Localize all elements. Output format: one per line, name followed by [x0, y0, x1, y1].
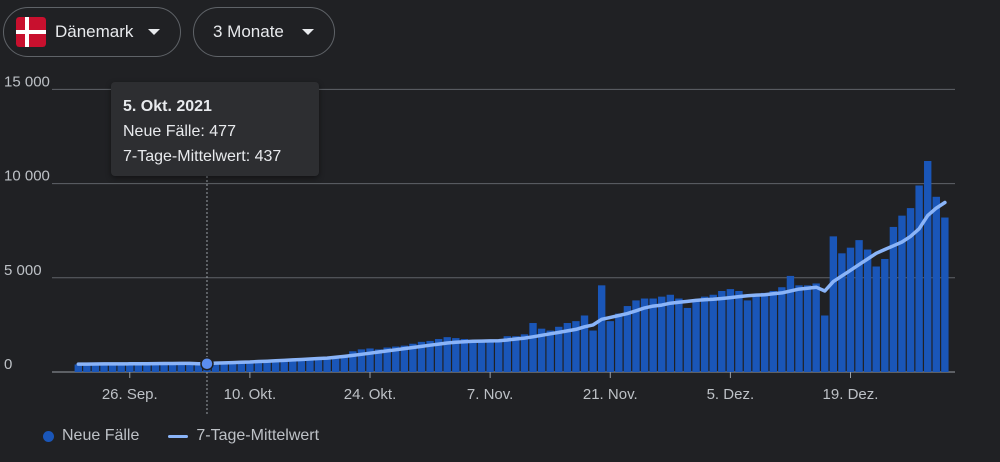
case-bar	[658, 296, 666, 372]
case-bar	[915, 185, 923, 372]
legend-line-label: 7-Tage-Mittelwert	[196, 427, 320, 444]
cases-chart: 0 5 000 10 000 15 000 26. Sep. 10. Okt. 24. Ok…	[4, 73, 955, 415]
case-bar	[477, 339, 486, 372]
y-tick-label: 5 000	[4, 262, 42, 279]
case-bar	[812, 283, 820, 372]
case-bar	[829, 236, 838, 372]
case-bar	[683, 307, 692, 372]
case-bar	[855, 240, 863, 372]
y-tick-label: 0	[4, 356, 12, 373]
case-bar	[529, 323, 537, 372]
case-bar	[881, 258, 889, 372]
case-bar	[821, 315, 829, 372]
case-bar	[495, 340, 503, 372]
case-bar	[606, 321, 614, 372]
case-bar	[512, 336, 520, 372]
case-bar	[546, 330, 554, 372]
case-bar	[863, 249, 872, 372]
chart-legend: Neue Fälle 7-Tage-Mittelwert	[43, 427, 319, 445]
case-bar	[666, 294, 674, 372]
case-bar	[735, 290, 743, 372]
case-bar	[924, 161, 932, 372]
case-bar	[846, 247, 855, 372]
x-tick-label: 26. Sep.	[102, 386, 158, 403]
chart-tooltip: 5. Okt. 2021 Neue Fälle: 477 7-Tage-Mitt…	[111, 82, 319, 176]
case-bar	[597, 285, 606, 372]
highlight-point	[200, 357, 214, 371]
case-bar	[726, 289, 735, 372]
x-tick-label: 5. Dez.	[707, 386, 755, 403]
x-tick-label: 24. Okt.	[344, 386, 397, 403]
case-bar	[932, 196, 940, 372]
case-bar	[700, 296, 709, 372]
case-bar	[778, 287, 786, 372]
case-bar	[872, 266, 880, 372]
case-bar	[709, 294, 717, 372]
legend-bars-label: Neue Fälle	[62, 427, 140, 444]
case-bar	[769, 290, 777, 372]
case-bar	[460, 339, 469, 372]
x-tick-label: 19. Dez.	[823, 386, 879, 403]
tooltip-date: 5. Okt. 2021	[123, 98, 212, 115]
case-bar	[589, 330, 597, 372]
y-tick-label: 10 000	[4, 168, 50, 185]
case-bar	[941, 217, 949, 372]
case-bar	[692, 300, 700, 372]
x-tick-label: 7. Nov.	[467, 386, 513, 403]
case-bar	[91, 364, 100, 372]
tooltip-average: 7-Tage-Mittelwert: 437	[123, 148, 282, 165]
x-tick-label: 21. Nov.	[583, 386, 638, 403]
x-tick-label: 10. Okt.	[224, 386, 277, 403]
case-bar	[718, 290, 726, 372]
legend-bars-swatch	[43, 430, 54, 442]
case-bar	[580, 315, 589, 372]
case-bar	[649, 298, 657, 372]
tooltip-cases: Neue Fälle: 477	[123, 123, 236, 140]
legend-line-swatch	[168, 434, 189, 438]
case-bar	[752, 296, 760, 372]
case-bar	[743, 300, 752, 372]
case-bar	[803, 285, 812, 372]
case-bar	[838, 253, 846, 372]
case-bar	[469, 340, 477, 372]
case-bar	[486, 341, 494, 372]
y-tick-label: 15 000	[4, 73, 50, 90]
case-bar	[761, 292, 769, 372]
case-bar	[615, 313, 623, 372]
case-bar	[795, 285, 803, 372]
case-bar	[675, 298, 683, 372]
